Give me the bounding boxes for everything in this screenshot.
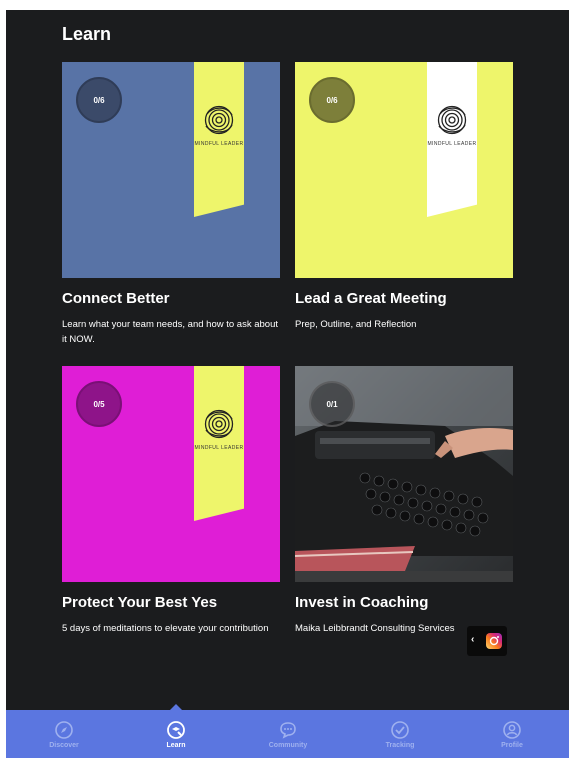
fingerprint-icon: [204, 409, 234, 439]
nav-item-tracking[interactable]: Tracking: [360, 710, 440, 758]
progress-text: 0/5: [93, 399, 105, 409]
course-thumbnail[interactable]: 0/6 MINDFUL LEADER: [295, 62, 513, 278]
progress-badge: 0/6: [76, 77, 122, 123]
course-description: Learn what your team needs, and how to a…: [62, 319, 278, 345]
progress-badge: 0/6: [309, 77, 355, 123]
course-thumbnail[interactable]: 0/6 MINDFUL LEADER: [62, 62, 280, 278]
course-title[interactable]: Connect Better: [62, 290, 170, 307]
progress-badge: 0/5: [76, 381, 122, 427]
chat-icon: [280, 722, 296, 739]
bookmark-banner: MINDFUL LEADER: [427, 62, 477, 217]
bookmark-banner: MINDFUL LEADER: [194, 366, 244, 521]
chevron-left-icon[interactable]: ‹: [471, 634, 474, 645]
nav-item-learn[interactable]: Learn: [136, 710, 216, 758]
nav-label: Learn: [166, 742, 186, 749]
progress-text: 0/6: [93, 95, 105, 105]
brand-text: MINDFUL LEADER: [194, 141, 244, 147]
course-description: 5 days of meditations to elevate your co…: [62, 623, 269, 634]
mindful-leader-logo: MINDFUL LEADER: [194, 102, 244, 172]
app-screen: Learn 0/6 MINDFUL LEADER Connect Better …: [6, 10, 569, 758]
mindful-leader-logo: MINDFUL LEADER: [194, 406, 244, 476]
check-circle-icon: [391, 721, 409, 739]
floating-social-button[interactable]: ‹: [467, 626, 507, 656]
instagram-icon[interactable]: [486, 633, 502, 649]
course-title[interactable]: Invest in Coaching: [295, 594, 428, 611]
course-description: Prep, Outline, and Reflection: [295, 319, 417, 330]
brand-text: MINDFUL LEADER: [194, 445, 244, 451]
nav-item-discover[interactable]: Discover: [24, 710, 104, 758]
brand-text: MINDFUL LEADER: [427, 141, 477, 147]
nav-label: Profile: [501, 742, 523, 749]
page-title: Learn: [62, 24, 112, 44]
nav-label: Community: [268, 742, 308, 749]
nav-label: Discover: [49, 742, 79, 749]
nav-item-community[interactable]: Community: [248, 710, 328, 758]
progress-text: 0/1: [326, 399, 338, 409]
nav-item-profile[interactable]: Profile: [472, 710, 552, 758]
fingerprint-icon: [437, 105, 467, 135]
course-title[interactable]: Protect Your Best Yes: [62, 594, 217, 611]
bookmark-banner: MINDFUL LEADER: [194, 62, 244, 217]
mindful-leader-logo: MINDFUL LEADER: [427, 102, 477, 172]
bottom-nav: Discover Learn Community Tracking Profil…: [6, 704, 569, 758]
progress-text: 0/6: [326, 95, 338, 105]
person-icon: [503, 721, 521, 739]
course-thumbnail[interactable]: 0/1: [295, 366, 513, 582]
learn-icon: [167, 721, 185, 739]
nav-label: Tracking: [385, 742, 415, 749]
fingerprint-icon: [204, 105, 234, 135]
progress-badge: 0/1: [309, 381, 355, 427]
course-thumbnail[interactable]: 0/5 MINDFUL LEADER: [62, 366, 280, 582]
course-title[interactable]: Lead a Great Meeting: [295, 290, 447, 307]
compass-icon: [55, 721, 73, 739]
